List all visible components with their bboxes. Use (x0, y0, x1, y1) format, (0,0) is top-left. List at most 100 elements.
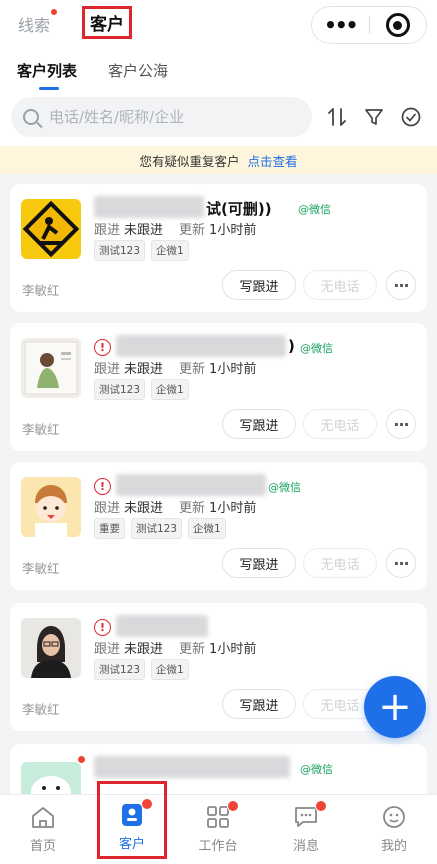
customer-avatar (21, 338, 81, 398)
update-label: 更新 (179, 642, 206, 657)
follow-value: 未跟进 (124, 501, 164, 516)
mini-program-capsule: ••• (311, 6, 427, 44)
follow-status: 跟进 未跟进 更新 1小时前 (94, 219, 256, 238)
sort-button[interactable] (325, 105, 349, 129)
nav-messages[interactable]: 消息 (271, 795, 341, 859)
card-more-button[interactable]: ··· (386, 548, 416, 578)
tag-list: 测试123 企微1 (94, 659, 189, 680)
follow-value: 未跟进 (124, 642, 164, 657)
follow-label: 跟进 (94, 362, 121, 377)
customer-card[interactable]: 试(可删)) @微信 跟进 未跟进 更新 1小时前 测试123 企微1 李敏红 写跟进… (10, 184, 427, 312)
profile-icon (383, 806, 405, 828)
notification-badge (141, 798, 153, 810)
nav-workbench[interactable]: 工作台 (183, 795, 253, 859)
channel-label: @微信 (300, 342, 333, 355)
nav-messages-label: 消息 (292, 839, 319, 854)
owner-name: 李敏红 (22, 702, 60, 717)
tag: 测试123 (94, 659, 146, 680)
follow-value: 未跟进 (124, 223, 164, 238)
duplicate-warning-icon: ! (94, 619, 111, 636)
notice-text: 您有疑似重复客户 (139, 153, 240, 169)
notification-badge (227, 800, 239, 812)
tab-clues-label: 线索 (18, 16, 51, 35)
owner-name: 李敏红 (22, 283, 60, 298)
customer-icon (119, 798, 153, 828)
nav-home[interactable]: 首页 (8, 795, 78, 859)
customer-name: 试(可删)) (206, 200, 272, 218)
follow-label: 跟进 (94, 223, 121, 238)
no-phone-button[interactable]: 无电话 (303, 548, 377, 578)
tag-list: 重要 测试123 企微1 (94, 518, 226, 539)
card-more-button[interactable]: ··· (386, 270, 416, 300)
tab-customer-pool[interactable]: 客户公海 (108, 60, 168, 81)
follow-label: 跟进 (94, 642, 121, 657)
nav-customers-label: 客户 (118, 837, 145, 852)
grid-icon (205, 800, 239, 830)
blurred-name (116, 615, 208, 637)
unread-dot (78, 756, 85, 763)
blurred-name (94, 756, 290, 778)
tag: 测试123 (94, 379, 146, 400)
update-label: 更新 (179, 501, 206, 516)
tab-customer-list-label: 客户列表 (17, 62, 78, 80)
no-phone-button[interactable]: 无电话 (303, 409, 377, 439)
more-menu-button[interactable]: ••• (312, 13, 369, 37)
tab-clues[interactable]: 线索 (18, 9, 58, 36)
channel-label: @微信 (268, 481, 301, 494)
follow-status: 跟进 未跟进 更新 1小时前 (94, 638, 256, 657)
home-icon (32, 807, 54, 828)
customer-card[interactable]: ! ) @微信 跟进 未跟进 更新 1小时前 测试123 企微1 李敏红 写跟进 无电… (10, 323, 427, 451)
search-box[interactable] (11, 97, 312, 137)
duplicate-notice: 您有疑似重复客户 点击查看 (0, 146, 437, 174)
write-follow-up-button[interactable]: 写跟进 (222, 548, 296, 578)
duplicate-warning-icon: ! (94, 339, 111, 356)
channel-label: @微信 (298, 203, 331, 216)
tag: 测试123 (94, 240, 146, 261)
tag: 企微1 (188, 518, 226, 539)
target-icon (385, 13, 410, 37)
write-follow-up-button[interactable]: 写跟进 (222, 689, 296, 719)
nav-mine-label: 我的 (380, 839, 407, 854)
follow-status: 跟进 未跟进 更新 1小时前 (94, 358, 256, 377)
customer-avatar (21, 477, 81, 537)
update-value: 1小时前 (209, 362, 257, 377)
tab-customer-list[interactable]: 客户列表 (17, 60, 78, 90)
update-label: 更新 (179, 362, 206, 377)
tab-customers-label: 客户 (90, 15, 124, 35)
message-icon (293, 800, 327, 830)
blurred-name (116, 335, 286, 357)
nav-mine[interactable]: 我的 (359, 795, 429, 859)
close-app-button[interactable] (369, 13, 426, 37)
owner-name: 李敏红 (22, 422, 60, 437)
customer-avatar (21, 618, 81, 678)
customer-card[interactable]: ! @微信 跟进 未跟进 更新 1小时前 重要 测试123 企微1 李敏红 写跟进 无… (10, 462, 427, 590)
nav-customers[interactable]: 客户 (97, 781, 167, 859)
no-phone-button[interactable]: 无电话 (303, 270, 377, 300)
view-duplicates-link[interactable]: 点击查看 (248, 151, 298, 170)
card-more-button[interactable]: ··· (386, 409, 416, 439)
search-input[interactable] (49, 108, 289, 126)
sub-tabs: 客户列表 客户公海 (0, 50, 437, 90)
select-button[interactable] (399, 105, 423, 129)
tag-list: 测试123 企微1 (94, 379, 189, 400)
tag-list: 测试123 企微1 (94, 240, 189, 261)
sort-icon (328, 108, 346, 126)
filter-button[interactable] (362, 105, 386, 129)
write-follow-up-button[interactable]: 写跟进 (222, 270, 296, 300)
tab-customers[interactable]: 客户 (82, 6, 132, 39)
tag: 企微1 (151, 240, 189, 261)
add-customer-button[interactable]: + (364, 676, 426, 738)
customer-avatar (21, 199, 81, 259)
filter-icon (365, 109, 383, 125)
follow-status: 跟进 未跟进 更新 1小时前 (94, 497, 256, 516)
write-follow-up-button[interactable]: 写跟进 (222, 409, 296, 439)
update-value: 1小时前 (209, 642, 257, 657)
owner-name: 李敏红 (22, 561, 60, 576)
blurred-name (94, 196, 204, 218)
tag: 测试123 (131, 518, 183, 539)
unread-dot (51, 9, 58, 15)
nav-home-label: 首页 (29, 839, 56, 854)
notification-badge (315, 800, 327, 812)
check-circle-icon (401, 107, 421, 127)
follow-value: 未跟进 (124, 362, 164, 377)
